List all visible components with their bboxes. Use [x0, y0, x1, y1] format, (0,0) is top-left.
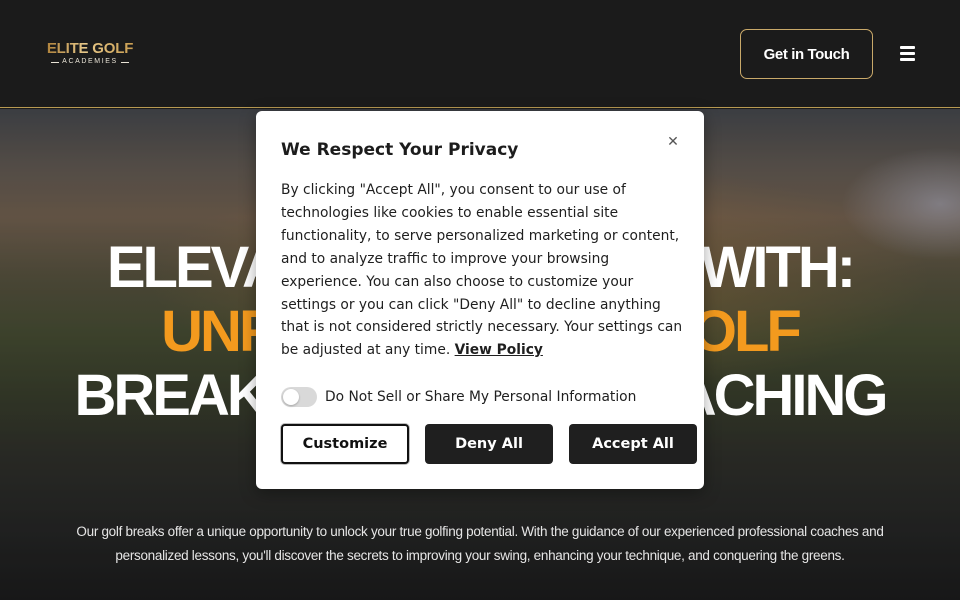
toggle-knob: [283, 389, 299, 405]
do-not-sell-toggle[interactable]: [281, 387, 317, 407]
view-policy-link[interactable]: View Policy: [455, 342, 543, 358]
hamburger-bar: [899, 45, 915, 49]
hero-description: Our golf breaks offer a unique opportuni…: [76, 524, 884, 563]
get-in-touch-button[interactable]: Get in Touch: [740, 29, 873, 79]
dialog-title: We Respect Your Privacy: [281, 140, 519, 160]
hamburger-icon[interactable]: [897, 44, 917, 62]
site-logo[interactable]: ELITE GOLF ACADEMIES: [42, 41, 138, 66]
logo-rule-left: [51, 61, 60, 63]
customize-button[interactable]: Customize: [281, 424, 409, 464]
hamburger-bar: [899, 57, 915, 61]
deny-all-button[interactable]: Deny All: [425, 424, 553, 464]
logo-wordmark: ELITE GOLF: [42, 41, 138, 57]
logo-rule-right: [120, 61, 129, 63]
site-header: ELITE GOLF ACADEMIES Get in Touch: [0, 0, 960, 108]
dialog-body-text: By clicking "Accept All", you consent to…: [281, 182, 683, 359]
do-not-sell-row: Do Not Sell or Share My Personal Informa…: [281, 387, 636, 407]
logo-subtitle: ACADEMIES: [42, 58, 138, 66]
logo-subtitle-text: ACADEMIES: [62, 58, 118, 65]
do-not-sell-label: Do Not Sell or Share My Personal Informa…: [325, 389, 637, 405]
cookie-consent-dialog: We Respect Your Privacy By clicking "Acc…: [256, 111, 704, 489]
accept-all-button[interactable]: Accept All: [569, 424, 697, 464]
dialog-body: By clicking "Accept All", you consent to…: [281, 179, 683, 362]
close-icon[interactable]: ✕: [664, 133, 682, 151]
hamburger-bar: [899, 51, 915, 55]
